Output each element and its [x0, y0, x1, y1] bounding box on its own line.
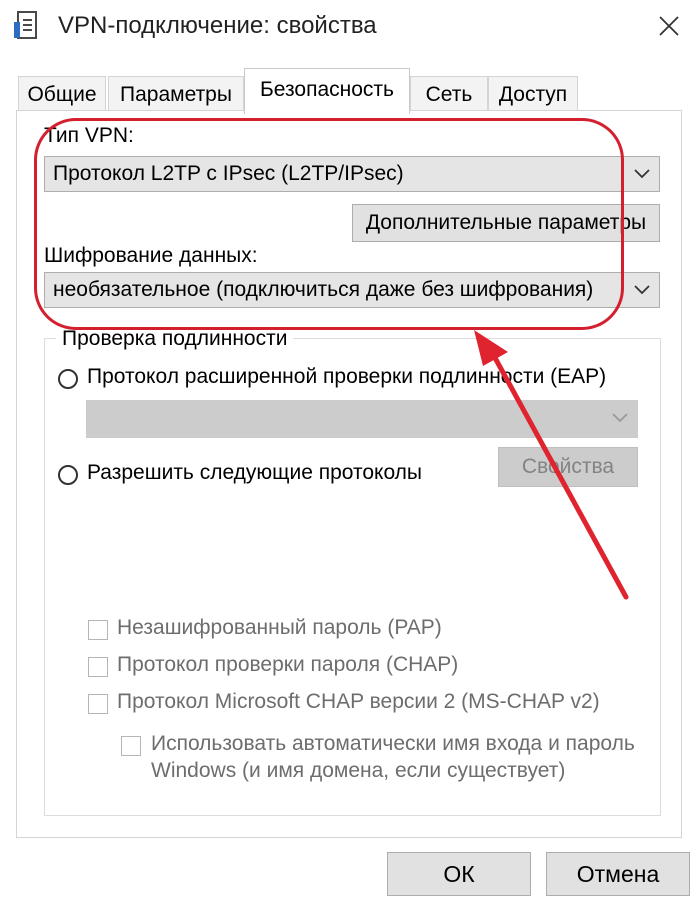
tab-security[interactable]: Безопасность	[244, 68, 410, 114]
vpn-type-value: Протокол L2TP с IPsec (L2TP/IPsec)	[53, 162, 404, 185]
eap-method-select[interactable]	[86, 400, 638, 438]
close-icon	[659, 16, 679, 36]
chap-checkbox[interactable]	[88, 657, 108, 677]
encryption-value: необязательное (подключиться даже без ши…	[53, 278, 594, 301]
window-title: VPN-подключение: свойства	[58, 12, 377, 39]
properties-button[interactable]: Свойства	[498, 447, 638, 487]
title-bar: VPN-подключение: свойства	[0, 0, 699, 62]
tab-strip: Общие Параметры Безопасность Сеть Доступ	[0, 62, 699, 114]
auto-login-label-line2: Windows (и имя домена, если существует)	[151, 759, 566, 782]
ok-button[interactable]: ОК	[387, 852, 531, 896]
chevron-down-icon	[603, 401, 637, 435]
tab-parameters[interactable]: Параметры	[108, 76, 244, 112]
mschap-label: Протокол Microsoft CHAP версии 2 (MS-CHA…	[117, 690, 600, 713]
encryption-label: Шифрование данных:	[44, 244, 258, 267]
chevron-down-icon	[625, 273, 659, 307]
authentication-group-title: Проверка подлинности	[56, 327, 294, 351]
allow-protocols-label: Разрешить следующие протоколы	[87, 461, 423, 484]
chap-label: Протокол проверки пароля (CHAP)	[117, 653, 459, 676]
auto-login-label-line1: Использовать автоматически имя входа и п…	[151, 732, 635, 755]
tab-access[interactable]: Доступ	[488, 76, 578, 112]
advanced-settings-button[interactable]: Дополнительные параметры	[352, 204, 660, 242]
vpn-type-select[interactable]: Протокол L2TP с IPsec (L2TP/IPsec)	[44, 156, 660, 192]
auto-login-checkbox[interactable]	[121, 736, 141, 756]
vpn-type-label: Тип VPN:	[44, 124, 134, 147]
chevron-down-icon	[625, 157, 659, 191]
pap-label: Незашифрованный пароль (PAP)	[117, 616, 442, 639]
cancel-button[interactable]: Отмена	[546, 852, 690, 896]
allow-protocols-radio[interactable]	[58, 465, 78, 485]
eap-radio[interactable]	[58, 369, 78, 389]
encryption-select[interactable]: необязательное (подключиться даже без ши…	[44, 272, 660, 308]
pap-checkbox[interactable]	[88, 620, 108, 640]
tab-general[interactable]: Общие	[18, 76, 106, 112]
mschap-checkbox[interactable]	[88, 694, 108, 714]
document-icon	[14, 10, 42, 42]
close-button[interactable]	[648, 6, 690, 46]
eap-radio-label: Протокол расширенной проверки подлинност…	[87, 365, 607, 388]
tab-network[interactable]: Сеть	[410, 76, 488, 112]
